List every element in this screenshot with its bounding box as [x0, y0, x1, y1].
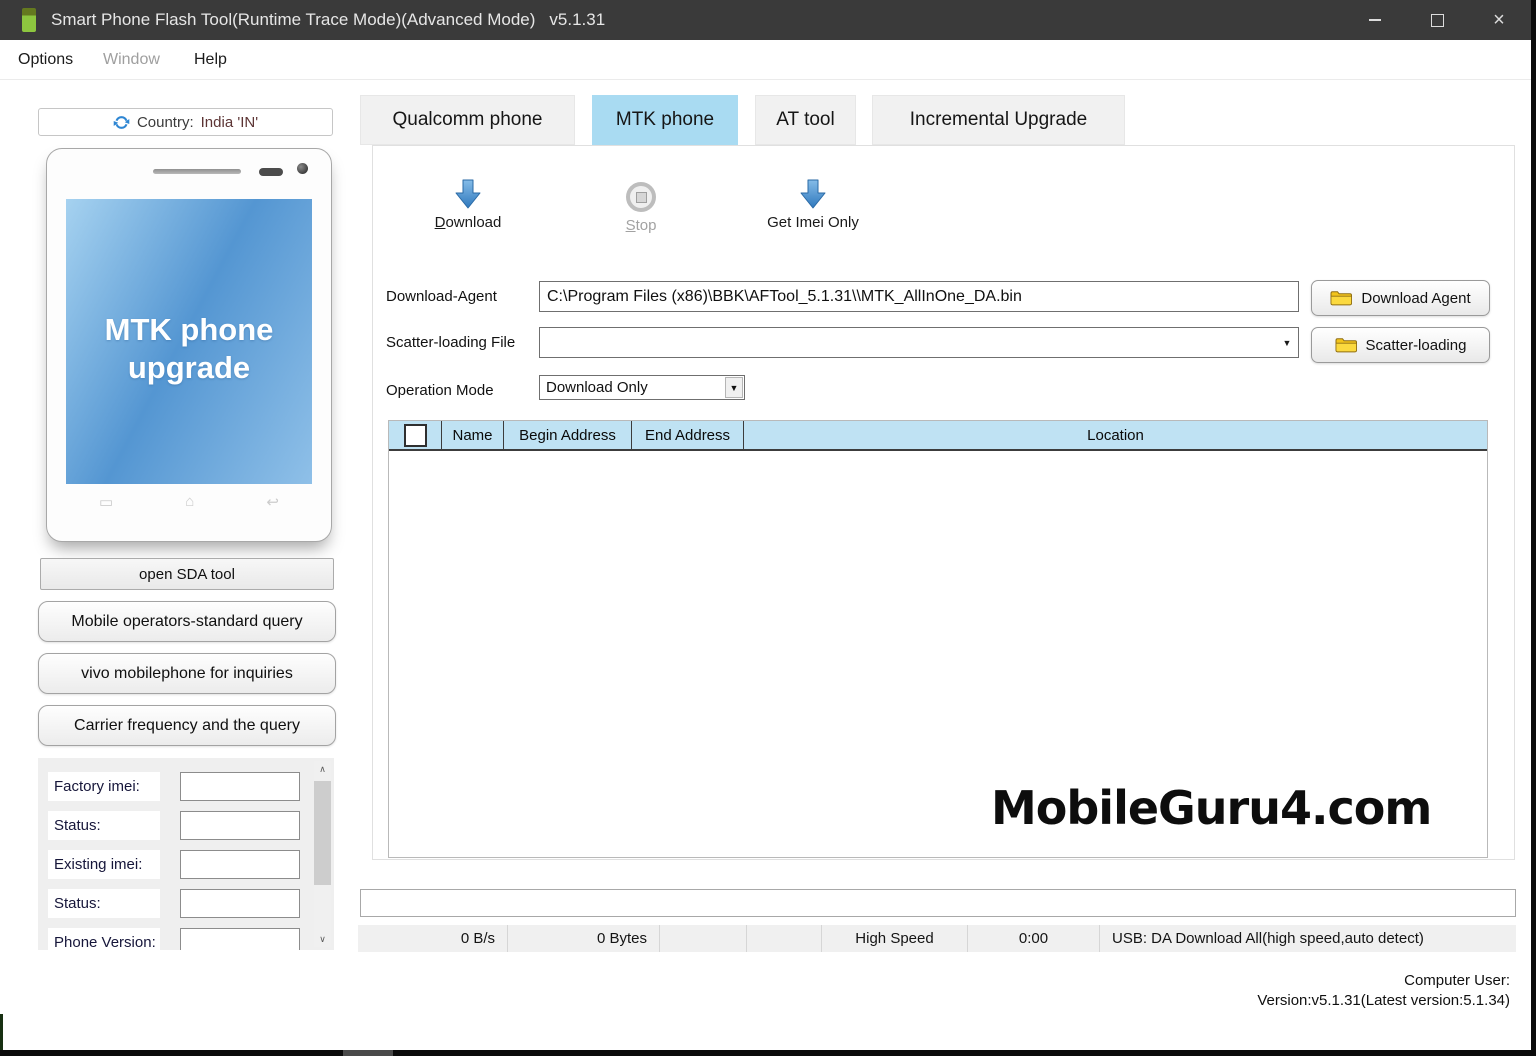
folder-icon [1335, 338, 1357, 353]
menu-window: Window [103, 50, 160, 68]
maximize-button[interactable] [1406, 0, 1468, 40]
factory-status-input[interactable] [180, 811, 300, 840]
progress-bar [360, 889, 1516, 917]
country-value: India 'IN' [200, 113, 259, 131]
factory-imei-input[interactable] [180, 772, 300, 801]
scroll-up-icon[interactable]: ∧ [314, 761, 331, 777]
tab-incremental-upgrade[interactable]: Incremental Upgrade [872, 95, 1125, 145]
app-icon [22, 8, 36, 32]
country-button[interactable]: Country: India 'IN' [38, 108, 333, 136]
download-agent-input[interactable] [539, 281, 1299, 312]
dropdown-arrow-icon[interactable]: ▼ [725, 377, 743, 398]
download-arrow-icon [455, 179, 481, 209]
factory-imei-label: Factory imei: [48, 772, 160, 801]
status-usb-mode: High Speed [822, 925, 968, 952]
factory-status-label: Status: [48, 811, 160, 840]
column-header-end-address[interactable]: End Address [632, 421, 744, 449]
screen-edge-bottom-segment [343, 1050, 393, 1056]
phone-screen-line1: MTK phone [104, 311, 274, 347]
download-button[interactable]: Download [423, 179, 513, 231]
column-header-location[interactable]: Location [744, 421, 1487, 449]
open-sda-tool-button[interactable]: open SDA tool [40, 558, 334, 590]
column-header-begin-address[interactable]: Begin Address [504, 421, 632, 449]
get-imei-arrow-icon [800, 179, 826, 209]
close-icon: × [1493, 8, 1505, 31]
screen-edge-bottom [0, 1050, 1536, 1056]
existing-status-label: Status: [48, 889, 160, 918]
phone-home-icon: ⌂ [185, 493, 195, 510]
tab-qualcomm-phone[interactable]: Qualcomm phone [360, 95, 575, 145]
carrier-frequency-button[interactable]: Carrier frequency and the query [38, 705, 336, 746]
vivo-inquiries-button[interactable]: vivo mobilephone for inquiries [38, 653, 336, 694]
phone-screen: MTK phone upgrade [66, 199, 312, 484]
tab-mtk-phone[interactable]: MTK phone [592, 95, 738, 145]
maximize-icon [1430, 13, 1444, 27]
stop-icon [626, 182, 656, 212]
select-all-cell[interactable] [389, 421, 442, 449]
status-empty-2 [747, 925, 822, 952]
version-label: Version:v5.1.31(Latest version:5.1.34) [1257, 992, 1510, 1009]
phone-back-icon: ↩ [266, 494, 279, 511]
get-imei-only-button[interactable]: Get Imei Only [751, 179, 875, 231]
phone-sensor [259, 168, 283, 176]
operation-mode-dropdown[interactable]: Download Only ▼ [539, 375, 745, 400]
status-usb-detail: USB: DA Download All(high speed,auto det… [1112, 930, 1424, 947]
scroll-down-icon[interactable]: ∨ [314, 931, 331, 947]
menu-help[interactable]: Help [194, 40, 227, 79]
column-header-name[interactable]: Name [442, 421, 504, 449]
sidebar-scrollbar[interactable]: ∧ ∨ [314, 761, 331, 947]
screen-edge-left [0, 1014, 3, 1050]
screen-edge-right [1531, 0, 1536, 1056]
select-all-checkbox[interactable] [403, 423, 427, 447]
phone-nav-buttons: ▭ ⌂ ↩ [47, 493, 331, 511]
existing-status-input[interactable] [180, 889, 300, 918]
sync-icon [113, 115, 130, 129]
status-elapsed-time: 0:00 [968, 925, 1100, 952]
watermark: MobileGuru4.com [991, 781, 1432, 835]
tab-at-tool[interactable]: AT tool [755, 95, 856, 145]
phone-version-label: Phone Version: [48, 928, 160, 950]
table-header: Name Begin Address End Address Location [389, 421, 1487, 451]
computer-user-label: Computer User: [1404, 972, 1510, 989]
stop-button: Stop [598, 179, 684, 234]
phone-screen-line2: upgrade [127, 349, 251, 385]
existing-imei-input[interactable] [180, 850, 300, 879]
status-bytes: 0 Bytes [508, 925, 660, 952]
phone-preview-image: MTK phone upgrade ▭ ⌂ ↩ [46, 148, 332, 542]
download-agent-browse-button[interactable]: Download Agent [1311, 280, 1490, 316]
minimize-button[interactable] [1344, 0, 1406, 40]
status-empty-1 [660, 925, 747, 952]
status-bar: 0 B/s 0 Bytes High Speed 0:00 USB: DA Do… [358, 925, 1516, 952]
existing-imei-label: Existing imei: [48, 850, 160, 879]
app-window: Smart Phone Flash Tool(Runtime Trace Mod… [0, 0, 1536, 1056]
phone-speaker [153, 169, 241, 174]
phone-version-input[interactable] [180, 928, 300, 950]
download-agent-label: Download-Agent [386, 288, 497, 305]
window-controls: × [1344, 0, 1530, 40]
folder-icon [1330, 291, 1353, 306]
phone-menu-icon: ▭ [99, 494, 114, 511]
mobile-operators-query-button[interactable]: Mobile operators-standard query [38, 601, 336, 642]
operation-mode-label: Operation Mode [386, 382, 494, 399]
imei-panel: Factory imei: Status: Existing imei: Sta… [38, 758, 334, 950]
status-speed: 0 B/s [358, 925, 508, 952]
phone-camera [297, 163, 308, 174]
scatter-loading-browse-button[interactable]: Scatter-loading [1311, 327, 1490, 363]
menu-options[interactable]: Options [18, 40, 73, 79]
window-version: v5.1.31 [549, 10, 606, 29]
scatter-loading-label: Scatter-loading File [386, 334, 516, 351]
minimize-icon [1369, 19, 1381, 21]
scrollbar-thumb[interactable] [314, 781, 331, 885]
mtk-phone-tab-page: Download Stop Get Imei Only Download-Age… [372, 145, 1515, 860]
window-title-text: Smart Phone Flash Tool(Runtime Trace Mod… [51, 10, 536, 29]
combo-dropdown-icon[interactable]: ▼ [1279, 331, 1295, 354]
menu-bar: Options Window Help [0, 40, 1536, 80]
title-bar: Smart Phone Flash Tool(Runtime Trace Mod… [0, 0, 1536, 40]
scatter-loading-combobox[interactable]: ▼ [539, 327, 1299, 358]
country-label: Country: [136, 113, 194, 131]
window-title: Smart Phone Flash Tool(Runtime Trace Mod… [51, 10, 605, 30]
close-button[interactable]: × [1468, 0, 1530, 40]
